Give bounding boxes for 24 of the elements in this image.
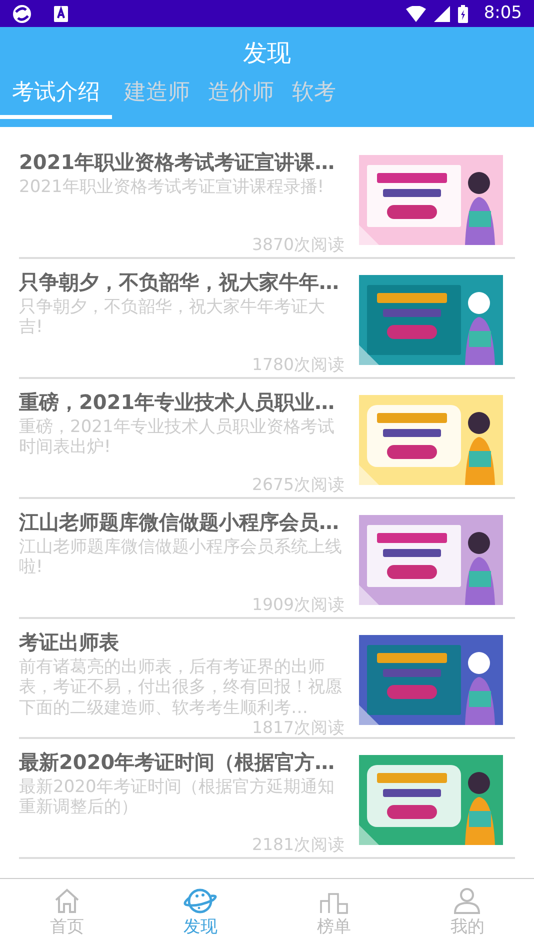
- home-icon: [52, 887, 81, 915]
- tab[interactable]: 软考: [286, 81, 342, 120]
- battery-icon: [458, 4, 468, 22]
- status-time: 8:05: [484, 2, 522, 25]
- tab[interactable]: 造价师: [202, 81, 280, 120]
- article-title[interactable]: 只争朝夕，不负韶华，祝大家牛年…: [19, 269, 345, 295]
- nav-tab[interactable]: 首页: [0, 879, 134, 950]
- article-title[interactable]: 考证出师表: [19, 629, 345, 655]
- wifi-icon: [406, 6, 426, 22]
- tab[interactable]: 考试介绍: [0, 81, 112, 120]
- nav-tab[interactable]: 我的: [400, 879, 534, 950]
- tab[interactable]: 建造师: [118, 81, 196, 120]
- app-icon: [54, 6, 68, 22]
- article-title[interactable]: 江山老师题库微信做题小程序会员…: [19, 509, 345, 535]
- article-title[interactable]: 重磅，2021年专业技术人员职业…: [19, 389, 345, 415]
- article-title[interactable]: 2021年职业资格考试考证宣讲课…: [19, 149, 345, 175]
- page-title: 发现: [243, 39, 291, 67]
- app-icon: [12, 4, 32, 24]
- person-icon: [453, 887, 482, 915]
- nav-tab[interactable]: 榜单: [267, 879, 400, 950]
- nav-tab[interactable]: 发现: [134, 879, 267, 950]
- signal-icon: [434, 6, 450, 22]
- article-title[interactable]: 最新2020年考证时间（根据官方…: [19, 749, 345, 775]
- planet-icon: [182, 887, 218, 915]
